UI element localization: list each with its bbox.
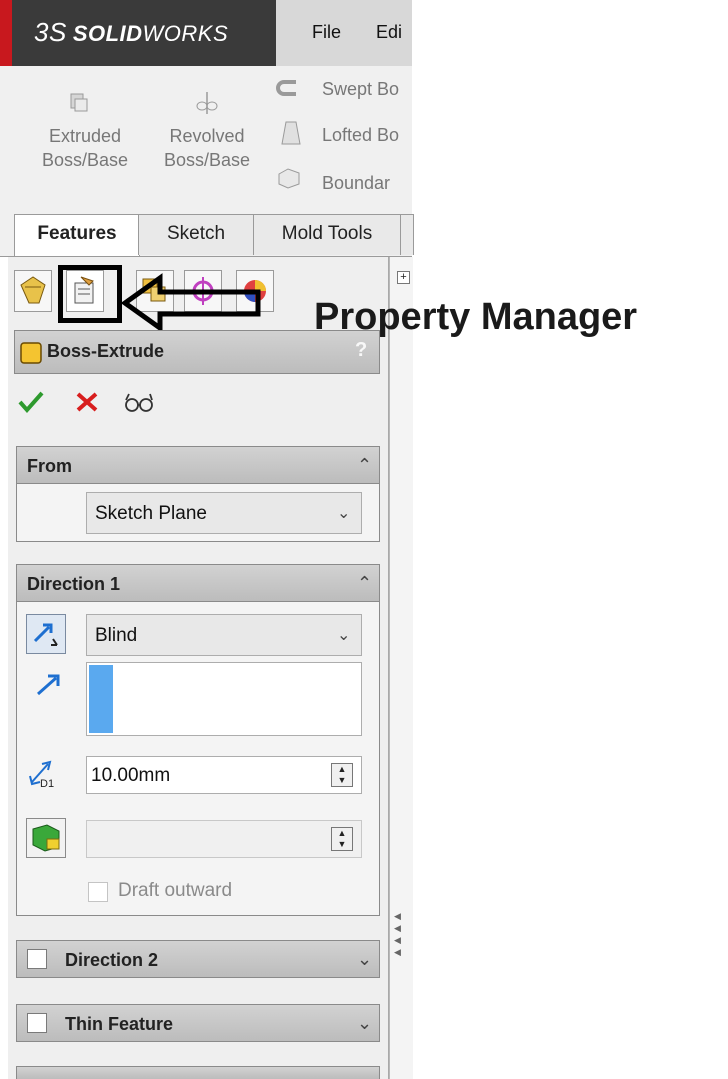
feature-tree-icon <box>20 276 46 304</box>
selection-focus-bar <box>89 665 113 733</box>
thin-feature-checkbox[interactable] <box>27 1013 47 1033</box>
revolved-label-1: Revolved <box>169 126 245 146</box>
extruded-label-1: Extruded <box>48 126 122 146</box>
annotation-highlight-box <box>58 265 122 323</box>
detailed-preview-icon[interactable] <box>122 390 156 414</box>
tab-sketch[interactable]: Sketch <box>138 214 254 255</box>
thin-feature-title: Thin Feature <box>65 1014 174 1034</box>
menu-file[interactable]: File <box>312 22 341 43</box>
revolved-boss-button[interactable]: Revolved Boss/Base <box>152 86 262 196</box>
from-select-value: Sketch Plane <box>95 503 207 524</box>
next-group-header-partial <box>16 1066 380 1079</box>
direction-selection-box[interactable] <box>86 662 362 736</box>
extruded-label-2: Boss/Base <box>41 150 129 170</box>
end-condition-value: Blind <box>95 625 138 646</box>
thin-feature-group-header[interactable]: Thin Feature ⌄ <box>16 1004 380 1042</box>
expand-chevron-icon[interactable]: ⌄ <box>357 1013 372 1034</box>
collapse-chevron-icon[interactable]: ⌃ <box>357 455 372 476</box>
cancel-x-icon[interactable] <box>74 390 100 414</box>
reverse-direction-button[interactable] <box>26 614 66 654</box>
face-select-icon <box>32 824 60 852</box>
tab-features[interactable]: Features <box>14 214 140 256</box>
depth-spinner[interactable]: ▲ ▼ <box>331 763 353 787</box>
menu-edit[interactable]: Edi <box>376 22 402 43</box>
accent-strip <box>0 0 12 66</box>
direction2-checkbox[interactable] <box>27 949 47 969</box>
end-condition-select[interactable]: Blind ⌄ <box>86 614 362 656</box>
tree-expand-toggle[interactable]: + <box>397 271 410 284</box>
feature-header: Boss-Extrude ? <box>14 330 380 374</box>
loft-icon <box>281 121 301 145</box>
tab-overflow[interactable] <box>400 214 414 255</box>
expand-chevron-icon[interactable]: ⌄ <box>357 949 372 970</box>
annotation-arrow-icon <box>120 273 261 333</box>
depth-icon-label: D1 <box>40 778 55 790</box>
lofted-boss-button[interactable]: Lofted Bo <box>276 120 412 150</box>
chevron-down-icon: ⌄ <box>337 505 351 522</box>
sweep-icon <box>276 80 296 96</box>
from-group-title: From <box>27 456 72 476</box>
offset-input: ▲ ▼ <box>86 820 362 858</box>
swept-boss-button[interactable]: Swept Bo <box>276 76 412 106</box>
extruded-boss-button[interactable]: Extruded Boss/Base <box>30 86 140 196</box>
boundary-boss-button[interactable]: Boundar <box>276 166 412 196</box>
feature-title: Boss-Extrude <box>47 341 165 361</box>
boundary-icon <box>278 168 300 189</box>
solidworks-logo: 3S SOLIDWORKS <box>34 17 228 48</box>
direction-vector-icon <box>37 674 60 696</box>
draft-outward-label: Draft outward <box>118 880 233 901</box>
manager-tab-feature-tree[interactable] <box>14 270 52 312</box>
from-group-header[interactable]: From ⌃ <box>16 446 380 484</box>
logo-light: WORKS <box>142 21 229 46</box>
ok-checkmark-icon[interactable] <box>18 390 44 414</box>
depth-input[interactable]: 10.00mm ▲ ▼ <box>86 756 362 794</box>
from-start-condition-select[interactable]: Sketch Plane ⌄ <box>86 492 362 534</box>
swept-label: Swept Bo <box>322 79 400 99</box>
offset-spinner: ▲ ▼ <box>331 827 353 851</box>
direction2-title: Direction 2 <box>65 950 159 970</box>
panel-collapse-handle[interactable]: ◀ ◀ ◀ ◀ <box>394 910 406 970</box>
collapse-chevron-icon[interactable]: ⌃ <box>357 573 372 594</box>
revolved-label-2: Boss/Base <box>163 150 251 170</box>
revolve-icon <box>196 92 218 114</box>
reverse-direction-icon <box>33 623 58 646</box>
lofted-label: Lofted Bo <box>322 125 400 145</box>
boss-extrude-icon <box>20 342 42 364</box>
chevron-down-icon: ⌄ <box>337 627 351 644</box>
logo-prefix: 3S <box>34 17 67 47</box>
depth-value: 10.00mm <box>91 765 171 786</box>
boundary-label: Boundar <box>322 173 391 193</box>
direction2-group-header[interactable]: Direction 2 ⌄ <box>16 940 380 978</box>
extrude-icon <box>70 93 88 112</box>
up-to-vertex-button[interactable] <box>26 818 66 858</box>
draft-outward-checkbox[interactable] <box>88 882 108 902</box>
tab-mold-tools[interactable]: Mold Tools <box>253 214 401 255</box>
direction1-group-header[interactable]: Direction 1 ⌃ <box>16 564 380 602</box>
logo-bold: SOLID <box>72 21 143 46</box>
direction1-title: Direction 1 <box>27 574 121 594</box>
help-icon[interactable]: ? <box>355 339 367 362</box>
